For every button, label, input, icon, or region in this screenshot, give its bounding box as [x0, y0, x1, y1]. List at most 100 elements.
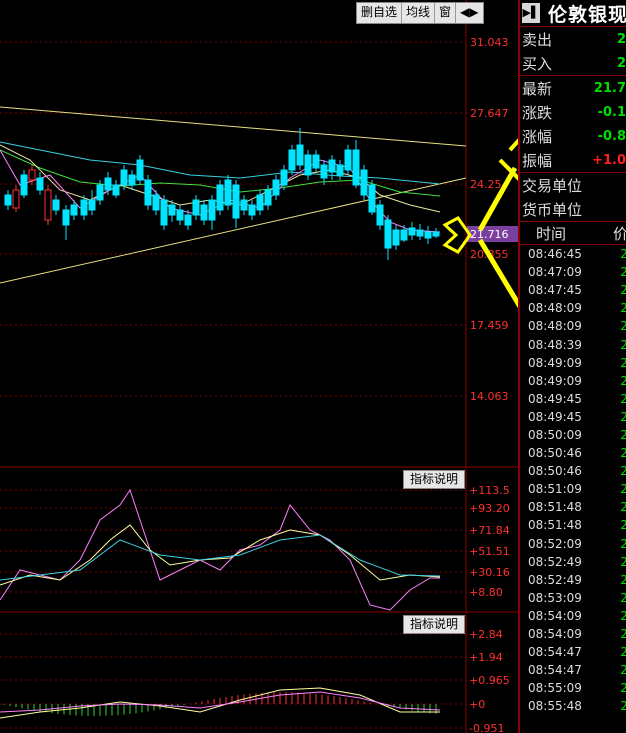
quote-row-label: 涨幅 [522, 127, 553, 146]
price-tick-label: 14.063 [470, 390, 509, 403]
tick-list[interactable]: 08:46:45 2 08:47:09 2 08:47:45 2 08:48:09 2 08:4… [520, 245, 626, 715]
tick-row[interactable]: 08:47:45 2 [520, 281, 626, 299]
quote-row-label: 卖出 [522, 30, 553, 49]
tick-time: 08:48:09 [528, 319, 582, 334]
tick-row[interactable]: 08:47:09 2 [520, 263, 626, 281]
tick-row[interactable]: 08:49:45 2 [520, 408, 626, 426]
indicator2-tick-label: +0 [469, 698, 485, 711]
tick-time: 08:54:47 [528, 645, 582, 660]
candle-body [120, 169, 128, 186]
tick-row[interactable]: 08:52:49 2 [520, 571, 626, 589]
quote-row-value: 21.7 [593, 80, 626, 96]
quote-row: 交易单位 [520, 173, 626, 197]
quote-row: 涨幅 -0.8 [520, 124, 626, 148]
tick-row[interactable]: 08:54:09 2 [520, 607, 626, 625]
candle-body [168, 204, 176, 216]
quote-row-value: 2 [616, 55, 626, 71]
tick-row[interactable]: 08:48:09 2 [520, 299, 626, 317]
tick-price: 2 [620, 337, 626, 352]
tick-row[interactable]: 08:50:46 2 [520, 462, 626, 480]
tick-price: 2 [620, 283, 626, 298]
tick-price: 2 [620, 681, 626, 696]
tick-row[interactable]: 08:49:09 2 [520, 354, 626, 372]
tick-row[interactable]: 08:52:49 2 [520, 553, 626, 571]
price-tick-label: 21.716 [470, 228, 509, 241]
tick-price: 2 [620, 446, 626, 461]
tick-time: 08:50:46 [528, 464, 582, 479]
indicator1-tick-label: +71.84 [469, 524, 510, 537]
tick-row[interactable]: 08:54:47 2 [520, 661, 626, 679]
price-column-header: 价 [612, 224, 626, 243]
tick-price: 2 [620, 391, 626, 406]
candle-body [424, 231, 432, 239]
tick-row[interactable]: 08:51:09 2 [520, 480, 626, 498]
candle-body [376, 204, 384, 226]
tick-price: 2 [620, 663, 626, 678]
tick-time: 08:49:45 [528, 391, 582, 406]
tick-row[interactable]: 08:53:09 2 [520, 589, 626, 607]
tick-price: 2 [620, 427, 626, 442]
tick-row[interactable]: 08:49:09 2 [520, 372, 626, 390]
candle-body [320, 164, 328, 179]
tick-price: 2 [620, 645, 626, 660]
indicator2-help-button[interactable]: 指标说明 [403, 615, 466, 634]
instrument-name: 伦敦银现 [547, 3, 626, 26]
tick-row[interactable]: 08:55:48 2 [520, 697, 626, 715]
tick-price: 2 [620, 301, 626, 316]
tick-row[interactable]: 08:49:45 2 [520, 390, 626, 408]
moving-average-button[interactable]: 均线 [402, 3, 436, 23]
candle-body [88, 199, 96, 211]
quote-panel: ▶▌ 伦敦银现 卖出 2 买入 2 最新 21.7 涨跌 -0.1 涨幅 -0.8 振幅 +1.0 交易… [518, 0, 626, 733]
quote-row: 涨跌 -0.1 [520, 100, 626, 124]
candle-body [112, 184, 120, 196]
candle-body [328, 159, 336, 173]
tick-row[interactable]: 08:48:39 2 [520, 335, 626, 353]
quote-row-label: 最新 [522, 79, 553, 98]
tick-row[interactable]: 08:51:48 2 [520, 498, 626, 516]
candle-body [368, 184, 376, 213]
tick-price: 2 [620, 572, 626, 587]
candle-body [128, 174, 136, 186]
panel-toggle-icon[interactable]: ◀▶ [456, 3, 482, 23]
quote-row-label: 买入 [522, 54, 553, 73]
indicator1-help-button[interactable]: 指标说明 [403, 470, 466, 489]
tick-row[interactable]: 08:46:45 2 [520, 245, 626, 263]
quote-row-value: +1.0 [592, 152, 626, 168]
tick-time: 08:47:45 [528, 283, 582, 298]
quote-row-value: -0.1 [597, 104, 626, 120]
collapse-icon[interactable]: ▶▌ [522, 3, 540, 23]
tick-row[interactable]: 08:50:46 2 [520, 444, 626, 462]
tick-row[interactable]: 08:54:47 2 [520, 643, 626, 661]
tick-time: 08:54:09 [528, 627, 582, 642]
quote-row-value: -0.8 [597, 128, 626, 144]
candle-body [152, 194, 160, 211]
candle-body [184, 214, 192, 226]
remove-watchlist-button[interactable]: 删自选 [357, 3, 403, 23]
price-tick-label: 27.647 [470, 107, 509, 120]
tick-row[interactable]: 08:51:48 2 [520, 516, 626, 534]
candle-body [296, 144, 304, 166]
tick-time: 08:48:09 [528, 301, 582, 316]
indicator1-line [0, 534, 441, 581]
candle-body [312, 154, 320, 169]
indicator1-tick-label: +51.51 [469, 545, 510, 558]
tick-row[interactable]: 08:52:09 2 [520, 535, 626, 553]
tick-time: 08:50:46 [528, 446, 582, 461]
tick-row[interactable]: 08:54:09 2 [520, 625, 626, 643]
tick-row[interactable]: 08:48:09 2 [520, 317, 626, 335]
window-button[interactable]: 窗 [435, 3, 457, 23]
indicator1-line [0, 524, 441, 586]
price-tick-label: 17.459 [470, 319, 509, 332]
indicator1-tick-label: +30.16 [469, 566, 510, 579]
candle-body [160, 199, 168, 226]
candle-body [52, 199, 60, 211]
tick-row[interactable]: 08:55:09 2 [520, 679, 626, 697]
tick-time: 08:49:45 [528, 409, 582, 424]
candle-body [4, 194, 12, 206]
tick-time: 08:48:39 [528, 337, 582, 352]
candle-body [62, 209, 70, 226]
tick-price: 2 [620, 464, 626, 479]
tick-row[interactable]: 08:50:09 2 [520, 426, 626, 444]
tick-time: 08:50:09 [528, 427, 582, 442]
tick-time: 08:55:09 [528, 681, 582, 696]
